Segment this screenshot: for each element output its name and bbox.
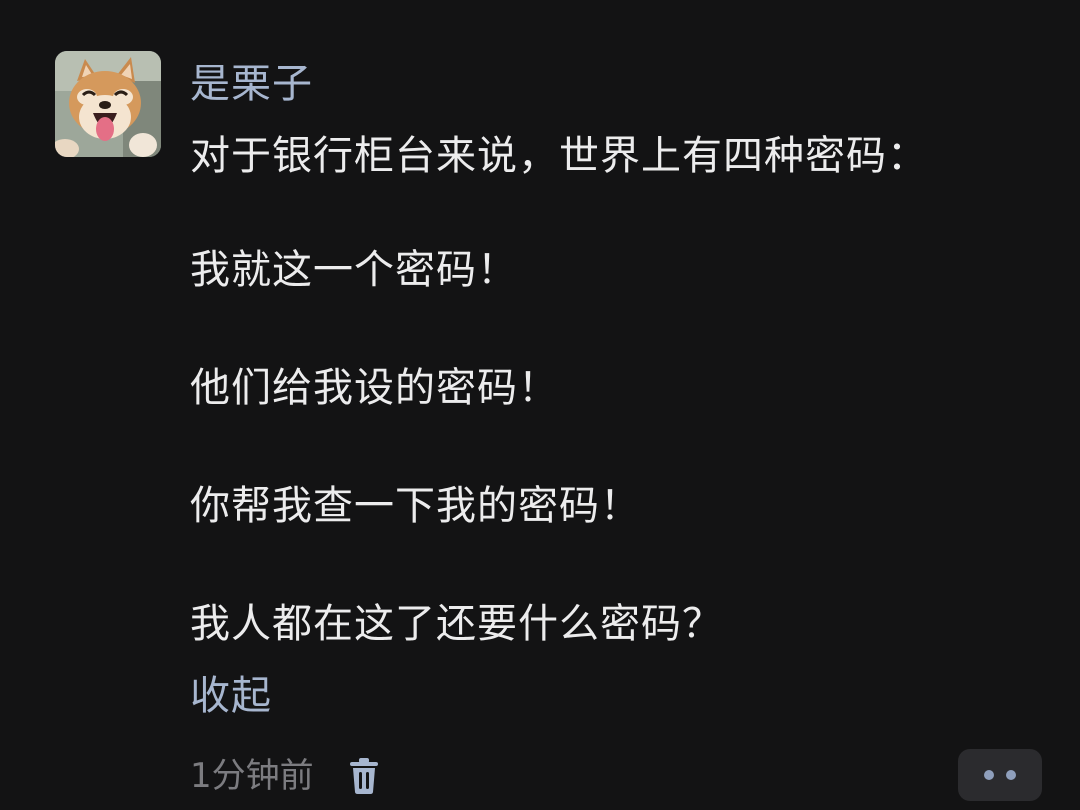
more-options-button[interactable] <box>958 749 1042 801</box>
shiba-avatar-image <box>55 51 161 157</box>
collapse-link[interactable]: 收起 <box>190 668 272 724</box>
comment-text-line-3: 他们给我设的密码！ <box>190 365 559 411</box>
comment-text-line-4: 你帮我查一下我的密码！ <box>190 483 641 529</box>
comment-text-line-2: 我就这一个密码！ <box>190 247 518 293</box>
trash-icon[interactable] <box>348 756 380 796</box>
timestamp: 1分钟前 <box>190 756 314 796</box>
comment-item: 是栗子 对于银行柜台来说，世界上有四种密码： 我就这一个密码！ 他们给我设的密码… <box>0 0 1080 810</box>
user-avatar[interactable] <box>55 51 161 157</box>
comment-footer: 1分钟前 <box>190 752 380 800</box>
comment-text-line-1: 对于银行柜台来说，世界上有四种密码： <box>190 133 928 179</box>
comment-text-line-5: 我人都在这了还要什么密码？ <box>190 601 723 647</box>
more-dots-icon <box>1006 770 1016 780</box>
more-dots-icon <box>984 770 994 780</box>
username[interactable]: 是栗子 <box>190 56 313 112</box>
